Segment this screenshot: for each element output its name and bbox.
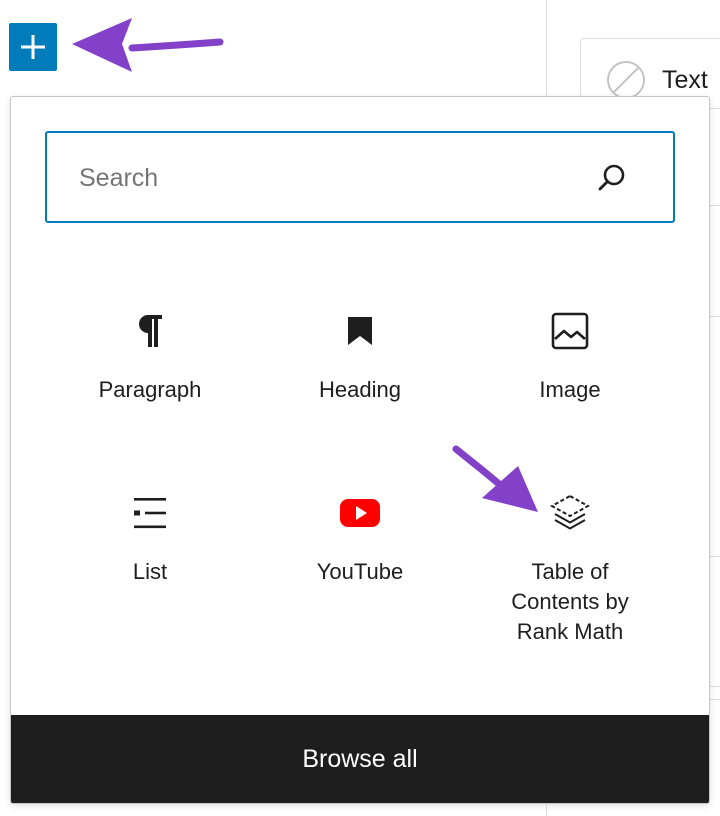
block-youtube[interactable]: YouTube xyxy=(255,469,465,651)
paragraph-icon xyxy=(139,315,162,347)
search-input[interactable] xyxy=(77,133,581,223)
sidebar-text-row[interactable]: Text xyxy=(606,60,708,100)
block-label: Heading xyxy=(319,377,401,402)
plus-icon xyxy=(21,35,45,59)
sidebar-text-label: Text xyxy=(662,65,708,94)
youtube-icon xyxy=(340,499,380,527)
search-field xyxy=(45,131,675,223)
annotation-arrow-icon xyxy=(72,18,224,72)
annotation-arrow-icon xyxy=(452,445,538,512)
block-types-grid: Paragraph Heading Image List YouTube Tab… xyxy=(45,287,675,651)
block-label: List xyxy=(132,559,168,584)
layers-toc-icon xyxy=(550,494,590,530)
block-label: Image xyxy=(539,377,601,402)
block-list[interactable]: List xyxy=(45,469,255,651)
block-label: Table of Contents by Rank Math xyxy=(511,559,629,644)
add-block-button[interactable] xyxy=(9,23,57,71)
block-label: Paragraph xyxy=(98,377,202,402)
block-inserter-popover: Paragraph Heading Image xyxy=(10,96,710,804)
block-heading[interactable]: Heading xyxy=(255,287,465,469)
disabled-circle-icon xyxy=(607,61,645,99)
block-paragraph[interactable]: Paragraph xyxy=(45,287,255,469)
browse-all-button[interactable]: Browse all xyxy=(11,715,709,803)
list-icon xyxy=(134,498,166,529)
search-icon[interactable] xyxy=(597,163,627,193)
bookmark-heading-icon xyxy=(348,317,372,345)
block-image[interactable]: Image xyxy=(465,287,675,469)
block-label: YouTube xyxy=(316,559,404,584)
image-icon xyxy=(551,312,589,350)
